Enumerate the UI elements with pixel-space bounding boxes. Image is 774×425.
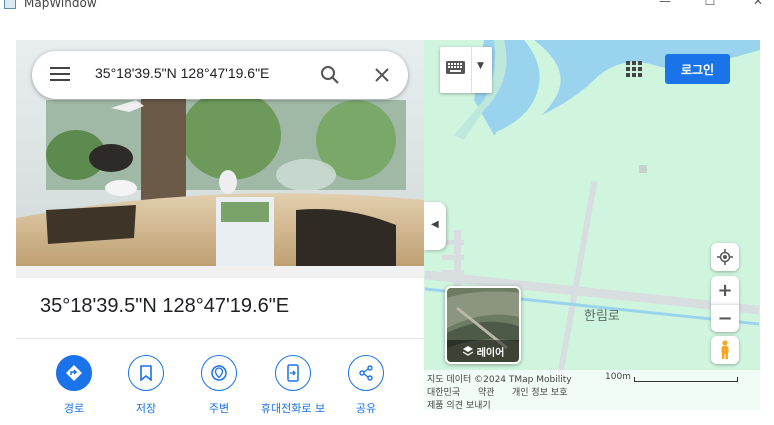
window-close-button[interactable]: ✕ [748,0,768,10]
feedback-link[interactable]: 제품 의견 보내기 [427,398,491,410]
place-panel: 35°18'39.5"N 128°47'19.6"E 35°18'39.5"N … [16,40,424,415]
hamburger-menu-icon[interactable] [50,67,70,83]
street-view-photo[interactable]: 35°18'39.5"N 128°47'19.6"E [16,40,424,278]
close-icon[interactable] [370,63,394,87]
share-icon [348,355,384,391]
divider [471,47,472,93]
map-canvas[interactable]: ▼ 로그인 ◀ + − 레이어 한림로 지도 데이터 ©2024 TMap Mo… [424,40,760,410]
send-to-phone-button[interactable]: 휴대전화로 보 [253,355,333,416]
save-label: 저장 [135,402,157,415]
country-link[interactable]: 대한민국 [427,385,460,398]
layer-label-bar: 레이어 [447,340,519,362]
keyboard-button[interactable]: ▼ [440,47,492,93]
privacy-link[interactable]: 개인 정보 보호 [512,385,567,398]
bookmark-icon [128,355,164,391]
map-attribution: 지도 데이터 ©2024 TMap Mobility 대한민국 약관 개인 정보… [424,370,760,410]
share-button[interactable]: 공유 [326,355,406,416]
map-data-credit: 지도 데이터 ©2024 TMap Mobility [427,375,572,385]
window-title: MapWindow [24,0,97,10]
chevron-down-icon[interactable]: ▼ [477,61,484,71]
apps-grid-icon[interactable] [626,61,642,77]
nearby-icon [201,355,237,391]
maximize-button[interactable]: ☐ [700,0,720,10]
scale-bar [634,377,738,382]
road-label: 한림로 [584,309,620,324]
app-icon [4,0,16,9]
search-icon[interactable] [318,63,342,87]
send-to-phone-label: 휴대전화로 보 [260,402,326,415]
directions-button[interactable]: 경로 [34,355,114,416]
layer-switcher[interactable]: 레이어 [445,286,521,364]
keyboard-icon [446,61,465,74]
nearby-button[interactable]: 주변 [179,355,259,416]
terms-link[interactable]: 약관 [478,385,495,398]
layers-icon [462,346,474,356]
directions-label: 경로 [63,402,85,415]
my-location-button[interactable] [711,243,739,271]
search-bar[interactable]: 35°18'39.5"N 128°47'19.6"E [32,51,408,99]
zoom-in-button[interactable]: + [711,276,739,304]
collapse-panel-button[interactable]: ◀ [424,202,446,250]
minimize-button[interactable]: — [655,0,675,10]
divider [16,338,424,339]
place-title: 35°18'39.5"N 128°47'19.6"E [40,295,290,317]
directions-icon [56,355,92,391]
share-label: 공유 [355,402,377,415]
chevron-left-icon: ◀ [431,219,439,230]
pegman-button[interactable] [711,336,739,364]
login-button[interactable]: 로그인 [665,54,730,84]
window-titlebar: MapWindow — ☐ ✕ [0,0,774,12]
search-input[interactable]: 35°18'39.5"N 128°47'19.6"E [95,65,269,81]
send-to-phone-icon [275,355,311,391]
zoom-out-button[interactable]: − [711,304,739,332]
nearby-label: 주변 [208,402,230,415]
action-buttons: 경로 저장 주변 휴대전화로 보 공유 [16,355,424,415]
layer-label: 레이어 [476,347,505,359]
scale-label: 100m [605,372,631,382]
location-target-icon [717,249,733,265]
pegman-icon [721,340,729,359]
save-button[interactable]: 저장 [106,355,186,416]
